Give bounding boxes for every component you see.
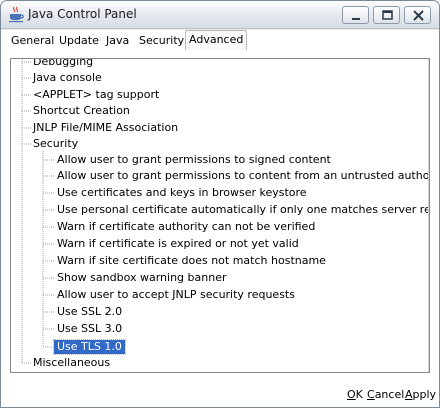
title-bar[interactable]: Java Control Panel	[1, 1, 439, 29]
tree-node-debugging[interactable]: Debugging	[33, 59, 93, 69]
tree-node-applet-tag-support[interactable]: <APPLET> tag support	[33, 88, 159, 102]
apply-label: pply	[412, 388, 437, 401]
cancel-label: ancel	[374, 388, 405, 401]
tree-item-tls1[interactable]: Use TLS 1.0	[53, 339, 126, 355]
tree-node-security[interactable]: Security	[33, 137, 78, 151]
tree-item-grant-untrusted[interactable]: Allow user to grant permissions to conte…	[57, 169, 429, 183]
ok-label: K	[355, 388, 363, 401]
tree-node-java-console[interactable]: Java console	[33, 71, 102, 85]
close-icon	[413, 10, 424, 21]
ok-button[interactable]: OK	[347, 388, 363, 402]
tree-node-miscellaneous[interactable]: Miscellaneous	[33, 356, 110, 370]
advanced-panel: Debugging Java console <APPLET> tag supp…	[1, 52, 439, 383]
maximize-icon	[382, 10, 393, 20]
tree-item-grant-signed[interactable]: Allow user to grant permissions to signe…	[57, 153, 331, 167]
tab-general[interactable]: General	[11, 32, 54, 50]
tree-item-warn-hostname[interactable]: Warn if site certificate does not match …	[57, 254, 326, 268]
tree-item-jnlp-requests[interactable]: Allow user to accept JNLP security reque…	[57, 288, 295, 302]
tab-strip: General Update Java Security Advanced	[1, 30, 439, 52]
tree-item-warn-expired[interactable]: Warn if certificate is expired or not ye…	[57, 237, 299, 251]
close-button[interactable]	[404, 6, 431, 24]
tree-item-ssl2[interactable]: Use SSL 2.0	[57, 305, 122, 319]
apply-mnemonic: A	[405, 388, 413, 401]
tree-item-ssl3[interactable]: Use SSL 3.0	[57, 322, 122, 336]
settings-tree[interactable]: Debugging Java console <APPLET> tag supp…	[10, 58, 430, 373]
ok-mnemonic: O	[347, 388, 356, 401]
tab-security[interactable]: Security	[139, 32, 184, 50]
tree-item-browser-keystore[interactable]: Use certificates and keys in browser key…	[57, 186, 307, 200]
tab-java[interactable]: Java	[106, 32, 129, 50]
cancel-mnemonic: C	[367, 388, 375, 401]
minimize-button[interactable]	[342, 6, 369, 24]
tree-item-personal-certificate[interactable]: Use personal certificate automatically i…	[57, 203, 429, 217]
tree-item-warn-ca[interactable]: Warn if certificate authority can not be…	[57, 220, 315, 234]
tab-advanced[interactable]: Advanced	[185, 30, 248, 50]
tree-node-shortcut-creation[interactable]: Shortcut Creation	[33, 104, 130, 118]
window-title: Java Control Panel	[28, 7, 137, 21]
tree-border-edge	[428, 59, 429, 372]
tree-node-jnlp-mime[interactable]: JNLP File/MIME Association	[33, 121, 178, 135]
java-cup-icon	[8, 6, 24, 23]
cancel-button[interactable]: Cancel	[367, 388, 404, 402]
tree-item-sandbox-banner[interactable]: Show sandbox warning banner	[57, 271, 227, 285]
button-bar: OK Cancel Apply	[1, 383, 439, 407]
minimize-icon	[352, 18, 360, 20]
maximize-button[interactable]	[373, 6, 400, 24]
java-control-panel-window: Java Control Panel General Update Java S…	[0, 0, 440, 408]
apply-button[interactable]: Apply	[405, 388, 436, 402]
tab-update[interactable]: Update	[59, 32, 99, 50]
